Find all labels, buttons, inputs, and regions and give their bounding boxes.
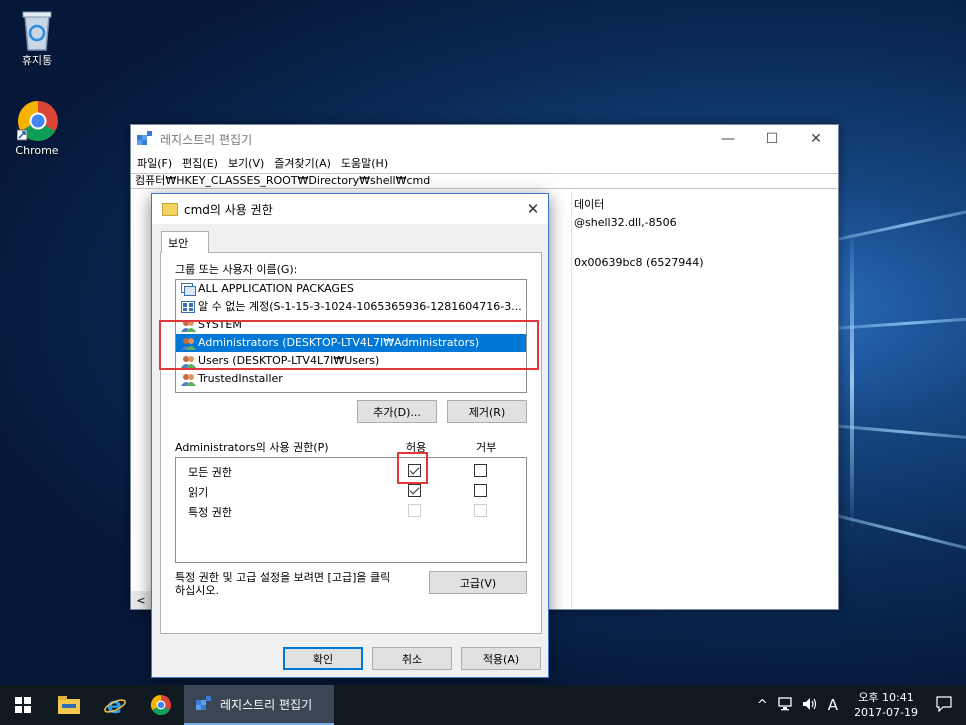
menu-file[interactable]: 파일(F) <box>137 155 172 171</box>
add-button[interactable]: 추가(D)... <box>357 400 437 423</box>
minimize-button[interactable]: — <box>706 125 750 153</box>
menu-help[interactable]: 도움말(H) <box>341 155 388 171</box>
list-item[interactable]: ALL APPLICATION PACKAGES <box>176 280 526 298</box>
close-button[interactable]: ✕ <box>794 125 838 153</box>
allow-read-checkbox[interactable] <box>408 484 421 497</box>
highlight-box-allow <box>397 452 428 484</box>
unknown-account-icon <box>181 300 196 314</box>
title-bar[interactable]: 레지스트리 편집기 — ☐ ✕ <box>131 125 838 153</box>
dialog-title-bar[interactable]: cmd의 사용 권한 ✕ <box>152 194 548 224</box>
chrome-icon <box>16 100 58 141</box>
network-icon[interactable] <box>774 696 798 714</box>
folder-icon <box>58 696 80 714</box>
taskbar: e 레지스트리 편집기 ^ A 오후 10:41 2017-07-19 <box>0 685 966 725</box>
recycle-bin-label: 휴지통 <box>21 54 53 67</box>
deny-read-checkbox[interactable] <box>474 484 487 497</box>
menu-edit[interactable]: 편집(E) <box>182 155 218 171</box>
dialog-title: cmd의 사용 권한 <box>184 202 273 217</box>
volume-icon[interactable] <box>798 697 822 714</box>
taskbar-regedit-button[interactable]: 레지스트리 편집기 <box>184 685 334 725</box>
advanced-button[interactable]: 고급(V) <box>429 571 527 594</box>
deny-special-checkbox <box>474 504 487 517</box>
data-column-header[interactable]: 데이터 <box>572 191 838 213</box>
ie-icon: e <box>104 694 126 716</box>
address-bar[interactable]: 컴퓨터₩HKEY_CLASSES_ROOT₩Directory₩shell₩cm… <box>131 173 838 189</box>
internet-explorer-button[interactable]: e <box>92 685 138 725</box>
system-tray: ^ A 오후 10:41 2017-07-19 <box>751 685 966 725</box>
chrome-taskbar-button[interactable] <box>138 685 184 725</box>
value-data[interactable]: @shell32.dll,-8506 <box>572 213 838 233</box>
values-pane: 데이터 @shell32.dll,-8506 0x00639bc8 (65279… <box>571 191 838 609</box>
cancel-button[interactable]: 취소 <box>372 647 452 670</box>
ok-button[interactable]: 확인 <box>283 647 363 670</box>
list-item[interactable]: 알 수 없는 계정(S-1-15-3-1024-1065365936-12816… <box>176 298 526 316</box>
groups-label: 그룹 또는 사용자 이름(G): <box>175 263 298 276</box>
list-item[interactable]: TrustedInstaller <box>176 370 526 388</box>
notification-icon[interactable] <box>928 695 966 715</box>
regedit-icon <box>196 696 211 710</box>
menu-favorites[interactable]: 즐겨찾기(A) <box>274 155 331 171</box>
remove-button[interactable]: 제거(R) <box>447 400 527 423</box>
packages-icon <box>181 282 196 296</box>
folder-icon <box>162 202 178 216</box>
permissions-dialog: cmd의 사용 권한 ✕ 보안 그룹 또는 사용자 이름(G): ALL APP… <box>151 193 549 678</box>
permissions-label: Administrators의 사용 권한(P) <box>175 441 329 454</box>
recycle-bin-shortcut[interactable]: 휴지통 <box>2 8 72 68</box>
highlight-box-selection <box>159 320 539 370</box>
value-data[interactable] <box>572 233 838 253</box>
value-data[interactable]: 0x00639bc8 (6527944) <box>572 253 838 273</box>
regedit-icon <box>137 131 153 147</box>
users-icon <box>181 373 196 386</box>
permission-full-control: 모든 권한 <box>188 466 232 479</box>
file-explorer-button[interactable] <box>46 685 92 725</box>
recycle-bin-icon <box>17 8 57 51</box>
chrome-label: Chrome <box>15 144 59 157</box>
chrome-shortcut[interactable]: Chrome <box>2 100 72 157</box>
menu-view[interactable]: 보기(V) <box>228 155 264 171</box>
apply-button[interactable]: 적용(A) <box>461 647 541 670</box>
chrome-icon <box>150 694 171 716</box>
tab-security[interactable]: 보안 <box>161 231 209 253</box>
advanced-note: 특정 권한 및 고급 설정을 보려면 [고급]을 클릭 하십시오. <box>175 571 391 597</box>
wallpaper-beam <box>850 230 854 530</box>
menu-bar: 파일(F) 편집(E) 보기(V) 즐겨찾기(A) 도움말(H) <box>131 153 838 173</box>
deny-header: 거부 <box>476 441 497 454</box>
permission-read: 읽기 <box>188 486 209 499</box>
start-button[interactable] <box>0 685 46 725</box>
security-tab-pane: 그룹 또는 사용자 이름(G): ALL APPLICATION PACKAGE… <box>160 252 542 634</box>
ime-indicator[interactable]: A <box>822 696 844 714</box>
maximize-button[interactable]: ☐ <box>750 125 794 153</box>
taskbar-app-label: 레지스트리 편집기 <box>220 697 313 712</box>
tray-chevron-icon[interactable]: ^ <box>751 698 774 713</box>
clock[interactable]: 오후 10:41 2017-07-19 <box>844 690 928 720</box>
windows-icon <box>15 697 31 713</box>
dialog-close-button[interactable]: ✕ <box>518 200 548 218</box>
allow-special-checkbox <box>408 504 421 517</box>
permission-special: 특정 권한 <box>188 506 232 519</box>
scroll-left-button[interactable]: < <box>131 591 151 609</box>
clock-date: 2017-07-19 <box>854 706 918 719</box>
clock-time: 오후 10:41 <box>858 691 914 704</box>
deny-full-control-checkbox[interactable] <box>474 464 487 477</box>
permissions-list: 모든 권한 읽기 특정 권한 <box>175 457 527 563</box>
window-title: 레지스트리 편집기 <box>160 132 253 147</box>
